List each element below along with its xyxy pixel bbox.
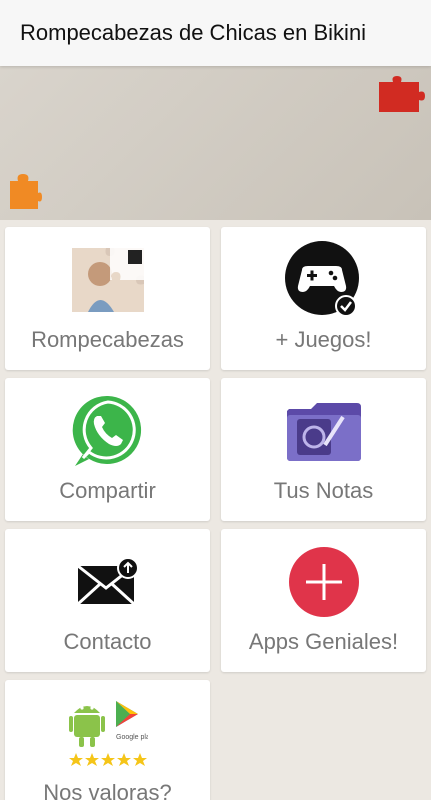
app-title: Rompecabezas de Chicas en Bikini bbox=[20, 20, 367, 45]
svg-text:Google play: Google play bbox=[116, 734, 148, 741]
puzzles-button[interactable]: Rompecabezas bbox=[5, 227, 210, 370]
puzzle-piece-icon bbox=[6, 171, 42, 216]
puzzle-photo-icon bbox=[70, 227, 146, 319]
share-button[interactable]: Compartir bbox=[5, 378, 210, 521]
banner-image-placeholder bbox=[0, 66, 431, 220]
notes-folder-icon bbox=[285, 378, 363, 470]
tile-label: Apps Geniales! bbox=[248, 629, 399, 654]
menu-grid: Rompecabezas + Juegos! Compartir Tus Not… bbox=[5, 227, 426, 800]
header-banner bbox=[0, 66, 431, 220]
contact-button[interactable]: Contacto bbox=[5, 529, 210, 672]
tile-label: Nos valoras? bbox=[43, 780, 172, 800]
google-play-rating-icon: Google play bbox=[68, 680, 148, 772]
tile-label: Compartir bbox=[59, 478, 156, 503]
tile-label: Tus Notas bbox=[273, 478, 374, 503]
gamepad-icon bbox=[284, 227, 364, 319]
tile-label: Rompecabezas bbox=[31, 327, 184, 352]
tile-label: Contacto bbox=[63, 629, 152, 654]
mail-icon bbox=[76, 529, 140, 621]
whatsapp-icon bbox=[69, 378, 147, 470]
tile-label: + Juegos! bbox=[275, 327, 372, 352]
puzzle-piece-icon bbox=[375, 74, 425, 119]
cool-apps-button[interactable]: Apps Geniales! bbox=[221, 529, 426, 672]
notes-button[interactable]: Tus Notas bbox=[221, 378, 426, 521]
plus-circle-icon bbox=[288, 529, 360, 621]
rate-us-button[interactable]: Google play Nos valoras? bbox=[5, 680, 210, 800]
more-games-button[interactable]: + Juegos! bbox=[221, 227, 426, 370]
app-bar: Rompecabezas de Chicas en Bikini bbox=[0, 0, 431, 66]
